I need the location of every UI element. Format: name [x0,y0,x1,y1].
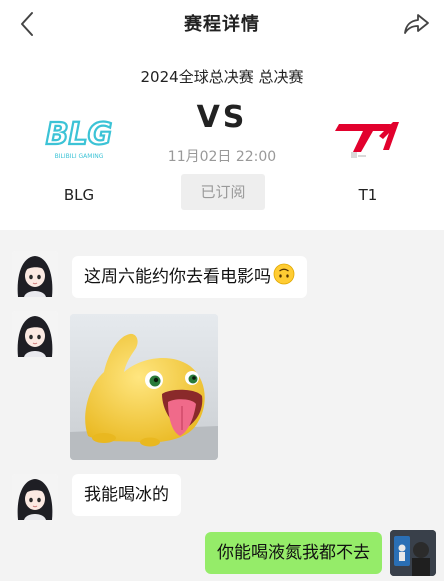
subscribed-button[interactable]: 已订阅 [181,174,265,210]
team-right-name: T1 [358,186,378,204]
self-avatar-photo-icon [390,530,436,576]
avatar[interactable] [12,311,58,357]
t1-logo [335,122,399,158]
team-right[interactable]: T1 [308,114,428,204]
anime-girl-avatar-icon [12,251,58,297]
share-arrow-icon [404,14,429,34]
self-message-bubble[interactable]: 你能喝液氮我都不去 [205,532,382,574]
top-bar: 赛程详情 [0,0,444,48]
message-text: 这周六能约你去看电影吗 [84,267,271,287]
message-text: 我能喝冰的 [84,485,169,505]
team-left-name: BLG [63,186,95,204]
chat-area[interactable]: 这周六能约你去看电影吗 我能喝冰的 你能喝液氮我都不去 [0,230,444,581]
yellow-creature-sticker-icon [70,314,218,460]
anime-girl-avatar-icon [12,474,58,520]
event-name: 2024全球总决赛 总决赛 [140,68,304,86]
message-bubble[interactable]: 我能喝冰的 [72,474,181,516]
match-card: 2024全球总决赛 总决赛 BLG BILIBILI GAMING BLG VS… [0,48,444,230]
self-avatar[interactable] [390,530,436,576]
page-title: 赛程详情 [184,14,260,35]
share-button[interactable] [402,9,432,39]
message-text: 你能喝液氮我都不去 [217,543,370,563]
avatar[interactable] [12,251,58,297]
message-bubble[interactable]: 这周六能约你去看电影吗 [72,256,307,298]
upside-down-face-icon [273,263,295,285]
anime-girl-avatar-icon [12,311,58,357]
image-message[interactable] [70,314,218,460]
avatar[interactable] [12,474,58,520]
